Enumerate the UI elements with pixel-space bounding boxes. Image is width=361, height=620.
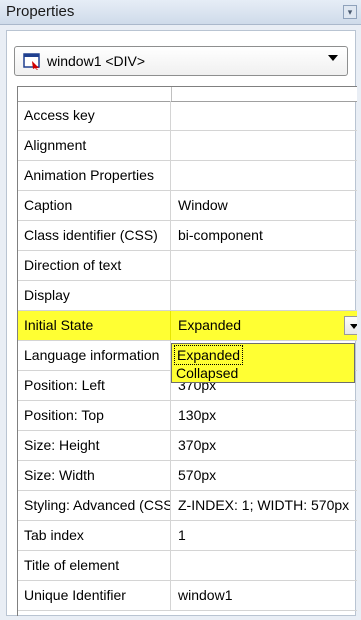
chevron-down-icon — [350, 324, 357, 329]
property-name: Alignment — [18, 131, 171, 160]
panel-menu-icon[interactable]: ▾ — [343, 5, 357, 19]
property-row-position-top[interactable]: Position: Top 130px — [18, 401, 357, 431]
initial-state-select[interactable]: Expanded — [172, 311, 357, 340]
object-selector-value: window1 <DIV> — [47, 53, 146, 69]
property-value[interactable]: 570px — [172, 461, 357, 490]
property-name: Animation Properties — [18, 161, 171, 190]
property-row-initial-state[interactable]: Initial State Expanded — [18, 311, 357, 341]
dropdown-option-collapsed[interactable]: Collapsed — [176, 364, 238, 382]
property-row-title-of-element[interactable]: Title of element — [18, 551, 357, 581]
property-name: Title of element — [18, 551, 171, 580]
property-name: Initial State — [18, 311, 171, 340]
property-value[interactable]: 370px — [172, 431, 357, 460]
dropdown-option-expanded[interactable]: Expanded — [174, 345, 244, 365]
property-name: Display — [18, 281, 171, 310]
property-name: Size: Height — [18, 431, 171, 460]
property-row-tab-index[interactable]: Tab index 1 — [18, 521, 357, 551]
initial-state-dropdown-list: Expanded Collapsed — [171, 343, 355, 383]
object-selector[interactable]: window1 <DIV> — [14, 46, 348, 76]
property-value[interactable]: 1 — [172, 521, 357, 550]
initial-state-dropdown-button[interactable] — [344, 316, 357, 335]
initial-state-value: Expanded — [178, 317, 242, 333]
panel-title: Properties — [6, 3, 75, 20]
property-row-size-width[interactable]: Size: Width 570px — [18, 461, 357, 491]
property-row-access-key[interactable]: Access key — [18, 101, 357, 131]
property-name: Tab index — [18, 521, 171, 550]
chevron-down-icon[interactable] — [328, 55, 338, 61]
property-row-display[interactable]: Display — [18, 281, 357, 311]
property-row-alignment[interactable]: Alignment — [18, 131, 357, 161]
property-name: Direction of text — [18, 251, 171, 280]
property-value[interactable] — [172, 101, 357, 130]
property-value[interactable]: window1 — [172, 581, 357, 610]
property-name: Position: Left — [18, 371, 171, 400]
property-name: Position: Top — [18, 401, 171, 430]
property-name: Language information — [18, 341, 171, 370]
property-name: Size: Width — [18, 461, 171, 490]
property-value[interactable]: Z-INDEX: 1; WIDTH: 570px — [172, 491, 357, 520]
property-row-direction-of-text[interactable]: Direction of text — [18, 251, 357, 281]
property-name: Caption — [18, 191, 171, 220]
property-value[interactable]: 130px — [172, 401, 357, 430]
column-splitter[interactable] — [171, 87, 172, 101]
property-value[interactable] — [172, 551, 357, 580]
property-value[interactable] — [172, 161, 357, 190]
properties-titlebar: Properties ▾ — [0, 0, 361, 25]
window-object-icon — [23, 53, 40, 70]
property-row-caption[interactable]: Caption Window — [18, 191, 357, 221]
property-name: Access key — [18, 101, 171, 130]
property-row-styling-advanced[interactable]: Styling: Advanced (CSS) Z-INDEX: 1; WIDT… — [18, 491, 357, 521]
property-name: Unique Identifier — [18, 581, 171, 610]
property-value[interactable] — [172, 281, 357, 310]
property-row-animation-properties[interactable]: Animation Properties — [18, 161, 357, 191]
grid-header — [18, 87, 357, 102]
property-row-class-identifier[interactable]: Class identifier (CSS) bi-component — [18, 221, 357, 251]
property-value[interactable]: Window — [172, 191, 357, 220]
property-row-size-height[interactable]: Size: Height 370px — [18, 431, 357, 461]
property-name: Styling: Advanced (CSS) — [18, 491, 171, 520]
property-value[interactable] — [172, 251, 357, 280]
property-row-unique-identifier[interactable]: Unique Identifier window1 — [18, 581, 357, 611]
property-value[interactable] — [172, 131, 357, 160]
property-value[interactable]: bi-component — [172, 221, 357, 250]
property-name: Class identifier (CSS) — [18, 221, 171, 250]
